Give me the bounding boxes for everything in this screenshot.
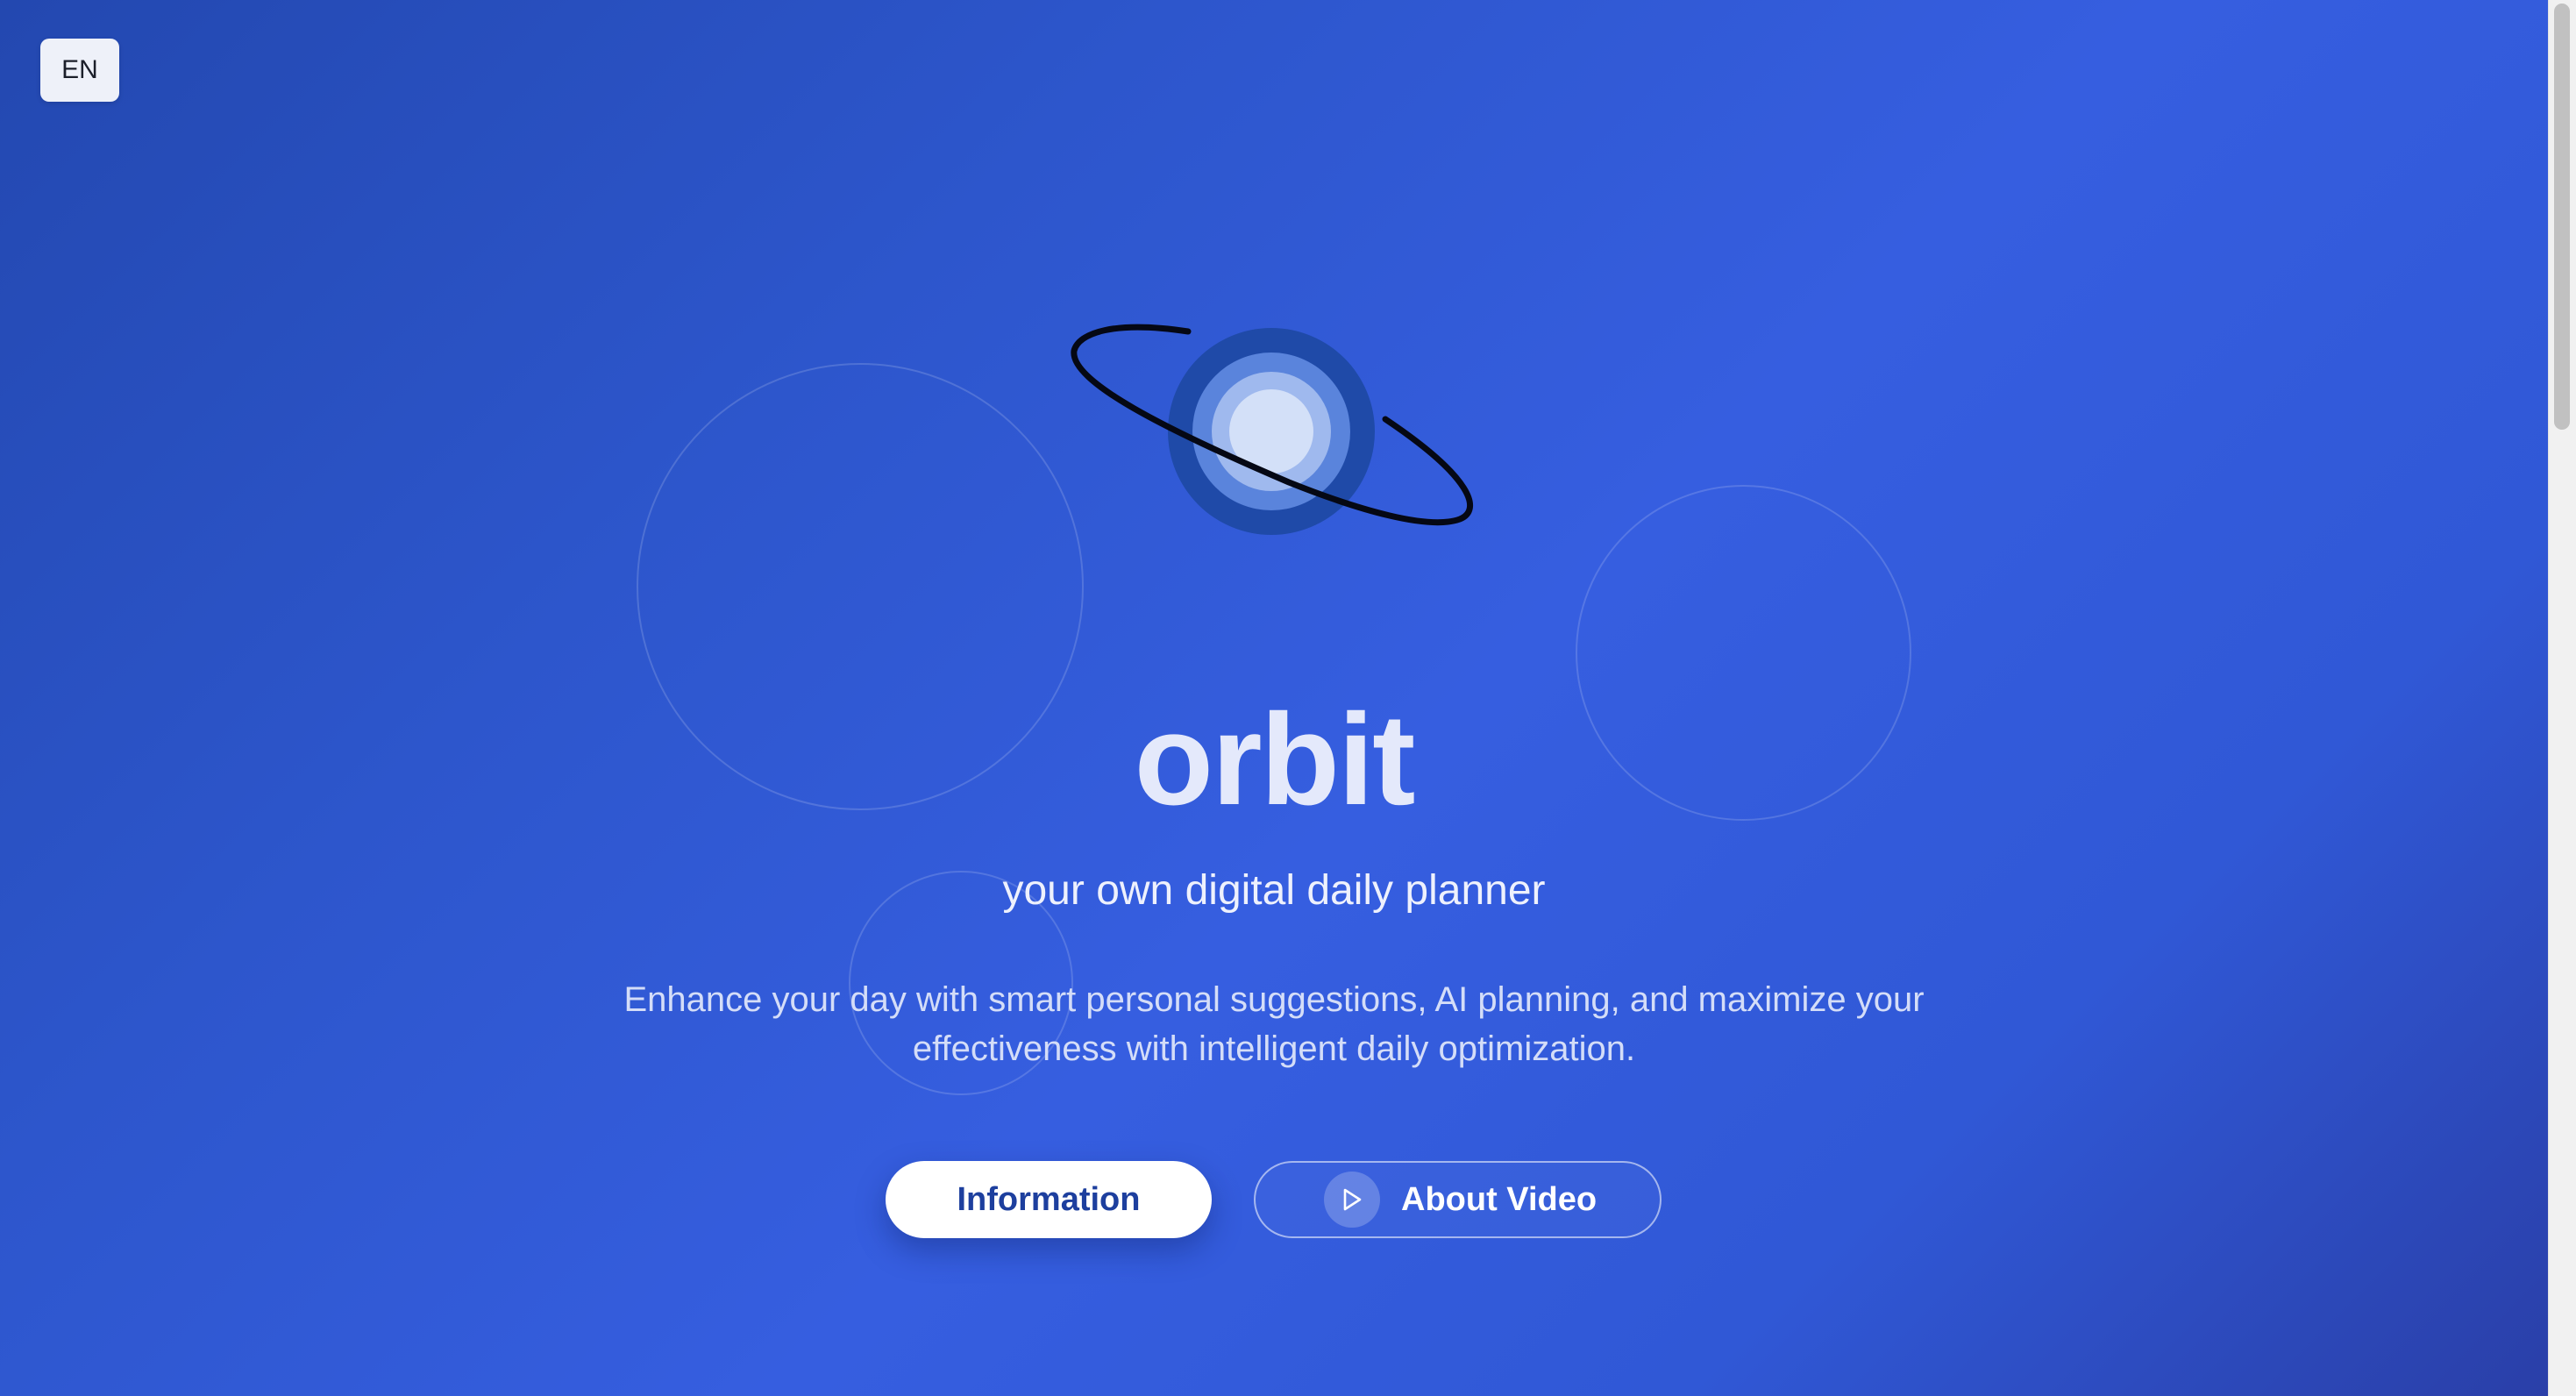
about-video-button-label: About Video bbox=[1401, 1180, 1598, 1218]
play-icon bbox=[1324, 1172, 1380, 1228]
language-label: EN bbox=[61, 55, 98, 84]
language-switch-button[interactable]: EN bbox=[40, 39, 119, 102]
information-button-label: Information bbox=[957, 1180, 1141, 1218]
page-title: orbit bbox=[1134, 687, 1416, 832]
information-button[interactable]: Information bbox=[886, 1161, 1212, 1238]
about-video-button[interactable]: About Video bbox=[1254, 1161, 1662, 1238]
orbit-logo-icon bbox=[1071, 324, 1474, 535]
scrollbar-thumb[interactable] bbox=[2554, 4, 2570, 430]
landing-page: EN orbit your own digital daily planner … bbox=[0, 0, 2548, 1396]
page-subtitle: your own digital daily planner bbox=[1002, 867, 1546, 914]
page-description: Enhance your day with smart personal sug… bbox=[623, 980, 1925, 1068]
